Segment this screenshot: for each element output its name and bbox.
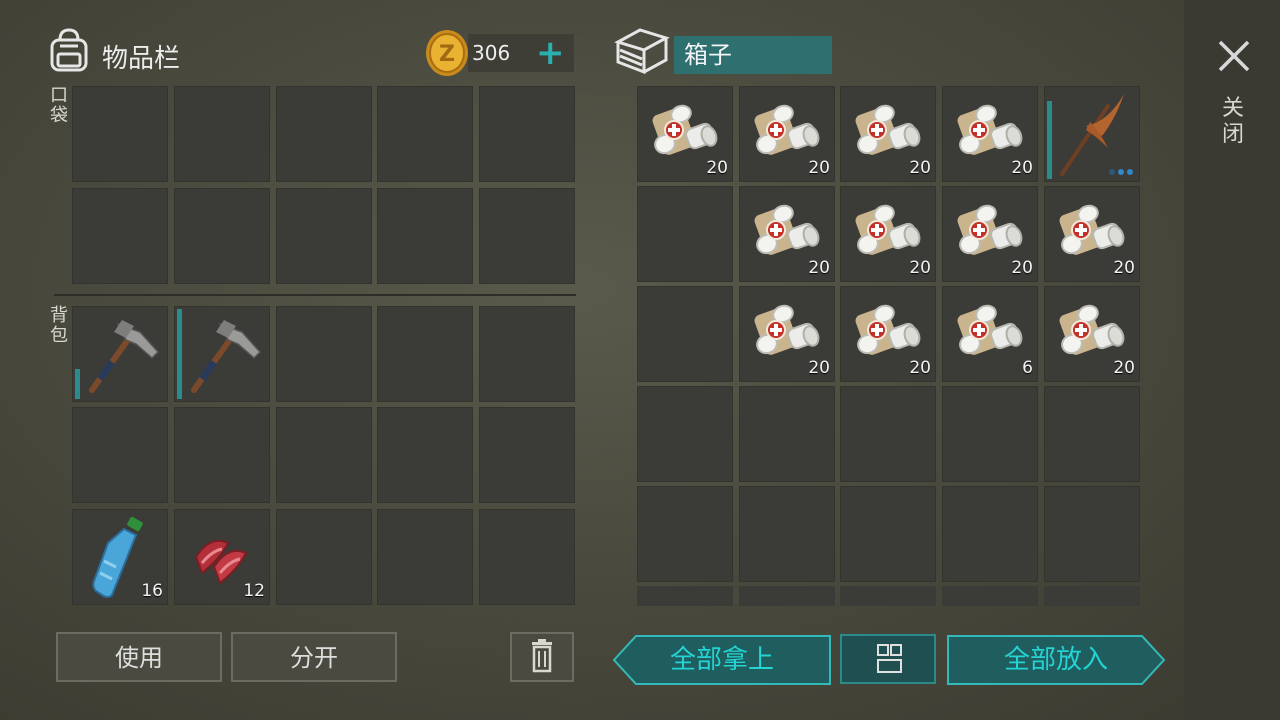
backpack-slot[interactable]: 16 bbox=[72, 509, 168, 605]
chest-slot-partial bbox=[637, 586, 733, 606]
section-divider bbox=[54, 294, 576, 296]
item-quantity: 20 bbox=[1113, 358, 1135, 378]
close-label[interactable]: 关闭 bbox=[1222, 96, 1248, 148]
chest-slot[interactable] bbox=[739, 486, 835, 582]
pocket-slot[interactable] bbox=[479, 86, 575, 182]
backpack-icon bbox=[50, 28, 88, 72]
backpack-slot[interactable] bbox=[479, 509, 575, 605]
put-all-label: 全部放入 bbox=[1003, 645, 1108, 675]
chest-slot[interactable] bbox=[840, 386, 936, 482]
pocket-label: 口袋 bbox=[50, 85, 68, 126]
close-icon[interactable] bbox=[1214, 36, 1254, 76]
backpack-slot[interactable] bbox=[276, 306, 372, 402]
chest-slot[interactable]: 6 bbox=[942, 286, 1038, 382]
sort-icon bbox=[877, 644, 902, 673]
backpack-slot[interactable] bbox=[377, 306, 473, 402]
item-quantity: 20 bbox=[808, 258, 830, 278]
backpack-slot[interactable] bbox=[479, 306, 575, 402]
chest-slot[interactable]: 20 bbox=[739, 286, 835, 382]
chest-slot-partial bbox=[1044, 586, 1140, 606]
coin-icon: Z bbox=[426, 30, 468, 76]
chest-slot[interactable] bbox=[1044, 486, 1140, 582]
item-quantity: 20 bbox=[808, 358, 830, 378]
backpack-label: 背包 bbox=[50, 305, 68, 346]
coin-count: 306 bbox=[472, 41, 511, 65]
pocket-slot[interactable] bbox=[377, 188, 473, 284]
upgrade-dots-icon bbox=[1109, 169, 1133, 175]
backpack-slot[interactable]: 12 bbox=[174, 509, 270, 605]
chest-slot[interactable]: 20 bbox=[739, 86, 835, 182]
bandage-icon bbox=[954, 302, 1025, 358]
chest-slot[interactable] bbox=[637, 386, 733, 482]
item-quantity: 20 bbox=[909, 158, 931, 178]
chest-slot[interactable]: 20 bbox=[1044, 186, 1140, 282]
backpack-slot[interactable] bbox=[174, 407, 270, 503]
pocket-slot[interactable] bbox=[174, 86, 270, 182]
item-quantity: 20 bbox=[909, 258, 931, 278]
trash-icon bbox=[532, 639, 552, 673]
hatchet-icon bbox=[78, 312, 162, 396]
item-quantity: 6 bbox=[1022, 358, 1033, 378]
item-quantity: 12 bbox=[243, 581, 265, 601]
chest-slot[interactable] bbox=[840, 486, 936, 582]
chest-slot[interactable]: 20 bbox=[942, 86, 1038, 182]
pocket-slot[interactable] bbox=[72, 188, 168, 284]
pocket-slot[interactable] bbox=[276, 86, 372, 182]
chest-slot[interactable]: 20 bbox=[840, 186, 936, 282]
backpack-slot[interactable] bbox=[276, 407, 372, 503]
chest-slot[interactable] bbox=[739, 386, 835, 482]
plus-icon[interactable]: + bbox=[536, 34, 565, 72]
trash-button[interactable] bbox=[510, 632, 574, 682]
item-quantity: 20 bbox=[1113, 258, 1135, 278]
item-quantity: 20 bbox=[808, 158, 830, 178]
backpack-slot[interactable] bbox=[72, 407, 168, 503]
chest-slot[interactable]: 20 bbox=[840, 286, 936, 382]
chest-slot[interactable]: 20 bbox=[637, 86, 733, 182]
chest-slot-partial bbox=[840, 586, 936, 606]
item-quantity: 20 bbox=[1011, 258, 1033, 278]
item-quantity: 16 bbox=[141, 581, 163, 601]
chest-slot[interactable]: 20 bbox=[840, 86, 936, 182]
sort-button[interactable] bbox=[840, 634, 936, 684]
item-quantity: 20 bbox=[909, 358, 931, 378]
take-all-button[interactable]: 全部拿上 bbox=[612, 634, 832, 686]
chest-slot-partial bbox=[942, 586, 1038, 606]
chest-slot[interactable]: 20 bbox=[942, 186, 1038, 282]
chest-slot[interactable] bbox=[942, 486, 1038, 582]
backpack-slot[interactable] bbox=[377, 407, 473, 503]
pocket-slot[interactable] bbox=[174, 188, 270, 284]
item-quantity: 20 bbox=[706, 158, 728, 178]
chest-title: 箱子 bbox=[674, 36, 832, 74]
chest-slot-partial bbox=[739, 586, 835, 606]
backpack-slot[interactable] bbox=[72, 306, 168, 402]
use-button[interactable]: 使用 bbox=[56, 632, 222, 682]
backpack-slot[interactable] bbox=[174, 306, 270, 402]
backpack-slot[interactable] bbox=[377, 509, 473, 605]
chest-slot[interactable] bbox=[1044, 86, 1140, 182]
pocket-slot[interactable] bbox=[276, 188, 372, 284]
backpack-slot[interactable] bbox=[276, 509, 372, 605]
take-all-label: 全部拿上 bbox=[669, 645, 774, 675]
svg-text:Z: Z bbox=[439, 42, 455, 67]
chest-slot[interactable] bbox=[637, 486, 733, 582]
backpack-slot[interactable] bbox=[479, 407, 575, 503]
pocket-slot[interactable] bbox=[72, 86, 168, 182]
chest-slot[interactable] bbox=[637, 186, 733, 282]
chest-slot[interactable] bbox=[942, 386, 1038, 482]
hatchet-icon bbox=[180, 312, 264, 396]
chest-slot[interactable] bbox=[637, 286, 733, 382]
chest-slot[interactable] bbox=[1044, 386, 1140, 482]
pocket-slot[interactable] bbox=[479, 188, 575, 284]
inventory-title: 物品栏 bbox=[102, 44, 181, 74]
pocket-slot[interactable] bbox=[377, 86, 473, 182]
split-button[interactable]: 分开 bbox=[231, 632, 397, 682]
chest-slot[interactable]: 20 bbox=[1044, 286, 1140, 382]
chest-icon bbox=[614, 28, 670, 75]
put-all-button[interactable]: 全部放入 bbox=[946, 634, 1166, 686]
chest-slot[interactable]: 20 bbox=[739, 186, 835, 282]
pickaxe-icon bbox=[1060, 92, 1126, 176]
item-quantity: 20 bbox=[1011, 158, 1033, 178]
